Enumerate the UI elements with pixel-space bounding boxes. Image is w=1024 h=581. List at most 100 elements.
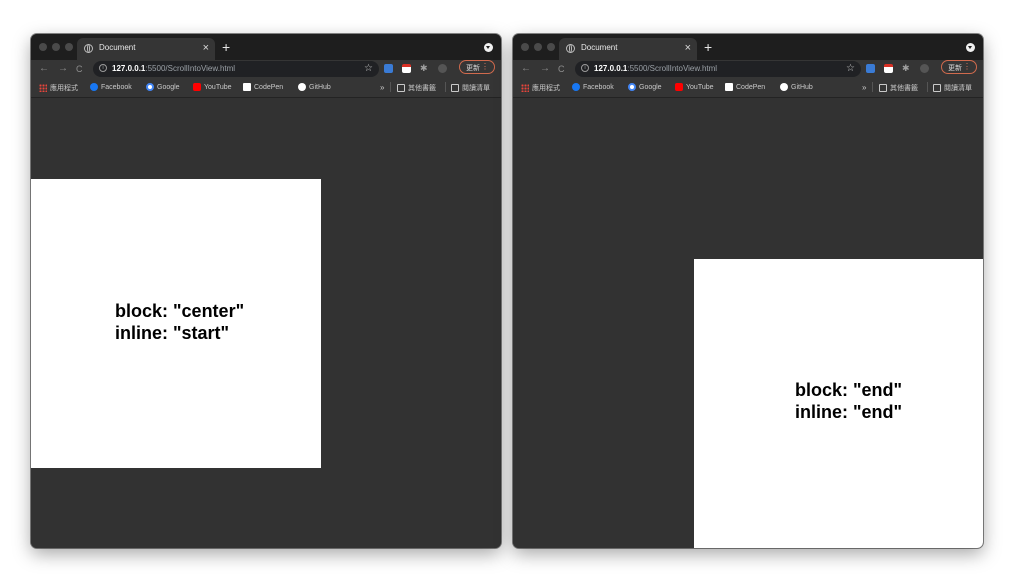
bookmark-apps[interactable]: 應用程式 (39, 83, 78, 93)
extensions-puzzle-icon[interactable]: ✱ (420, 62, 428, 74)
translate-extension-icon[interactable] (866, 64, 875, 73)
window-controls (39, 43, 73, 51)
reload-icon[interactable]: C (76, 62, 83, 76)
bookmark-star-icon[interactable]: ☆ (846, 62, 855, 75)
bookmark-youtube[interactable]: YouTube (675, 83, 714, 91)
close-tab-icon[interactable]: × (685, 41, 691, 55)
globe-icon (84, 44, 93, 53)
target-box: block: "end" inline: "end" (694, 259, 983, 548)
apps-grid-icon (521, 84, 529, 92)
back-icon[interactable]: ← (521, 62, 531, 76)
kebab-menu-icon[interactable]: ⋮ (481, 62, 489, 72)
block-option-text: block: "end" (795, 380, 903, 400)
forward-icon[interactable]: → (58, 62, 68, 76)
tab-document[interactable]: Document × (559, 38, 697, 60)
bookmark-label: Google (157, 83, 180, 91)
reading-list-icon (451, 84, 459, 92)
bookmark-facebook[interactable]: Facebook (572, 83, 614, 91)
bookmark-label: Google (639, 83, 662, 91)
update-button[interactable]: 更新 ⋮ (941, 60, 977, 74)
update-button[interactable]: 更新 ⋮ (459, 60, 495, 74)
bookmark-youtube[interactable]: YouTube (193, 83, 232, 91)
page-viewport[interactable]: block: "end" inline: "end" (513, 98, 983, 548)
maximize-window-dot[interactable] (547, 43, 555, 51)
tab-document[interactable]: Document × (77, 38, 215, 60)
window-controls (521, 43, 555, 51)
block-option-text: block: "center" (115, 301, 245, 321)
bookmark-reading-list[interactable]: 閱讀清單 (451, 83, 490, 93)
back-icon[interactable]: ← (39, 62, 49, 76)
globe-icon (566, 44, 575, 53)
bookmarks-overflow-icon[interactable]: » (862, 83, 866, 92)
reload-icon[interactable]: C (558, 62, 565, 76)
bookmark-label: 其他書籤 (408, 85, 436, 92)
close-tab-icon[interactable]: × (203, 41, 209, 55)
site-info-icon[interactable]: i (99, 64, 107, 72)
reading-list-icon (933, 84, 941, 92)
bookmark-apps[interactable]: 應用程式 (521, 83, 560, 93)
profile-menu-icon[interactable] (484, 43, 493, 52)
address-bar[interactable]: i 127.0.0.1:5500/ScrollIntoView.html ☆ (93, 61, 379, 77)
divider (445, 82, 446, 92)
bookmark-github[interactable]: GitHub (780, 83, 813, 91)
update-label: 更新 (948, 65, 962, 72)
bookmark-facebook[interactable]: Facebook (90, 83, 132, 91)
new-tab-button[interactable]: + (704, 38, 712, 56)
folder-icon (879, 84, 887, 92)
facebook-icon (90, 83, 98, 91)
new-tab-button[interactable]: + (222, 38, 230, 56)
bookmark-label: Facebook (583, 83, 614, 91)
profile-menu-icon[interactable] (966, 43, 975, 52)
bookmark-label: YouTube (204, 83, 232, 91)
bookmark-label: YouTube (686, 83, 714, 91)
bookmarks-overflow-icon[interactable]: » (380, 83, 384, 92)
toolbar: ← → C i 127.0.0.1:5500/ScrollIntoView.ht… (513, 60, 983, 78)
bookmark-star-icon[interactable]: ☆ (364, 62, 373, 75)
bookmark-label: GitHub (309, 83, 331, 91)
url-path: :5500/ScrollIntoView.html (627, 64, 718, 73)
page-viewport[interactable]: block: "center" inline: "start" (31, 98, 501, 548)
youtube-icon (675, 83, 683, 91)
site-info-icon[interactable]: i (581, 64, 589, 72)
tab-strip: Document × + (513, 34, 983, 60)
bookmarks-bar: 應用程式 Facebook Google YouTube CodePen Git… (513, 78, 983, 98)
minimize-window-dot[interactable] (52, 43, 60, 51)
bookmark-other[interactable]: 其他書籤 (879, 83, 918, 93)
incognito-avatar-icon[interactable] (438, 64, 447, 73)
divider (927, 82, 928, 92)
bookmark-label: Facebook (101, 83, 132, 91)
bookmark-label: 其他書籤 (890, 85, 918, 92)
bookmark-google[interactable]: Google (146, 83, 180, 91)
forward-icon[interactable]: → (540, 62, 550, 76)
browser-window-left: Document × + ← → C i 127.0.0.1:5500/Scro… (31, 34, 501, 548)
github-icon (780, 83, 788, 91)
bookmark-google[interactable]: Google (628, 83, 662, 91)
url-text[interactable]: 127.0.0.1:5500/ScrollIntoView.html (112, 64, 235, 73)
kebab-menu-icon[interactable]: ⋮ (963, 62, 971, 72)
url-text[interactable]: 127.0.0.1:5500/ScrollIntoView.html (594, 64, 717, 73)
tab-title: Document (99, 43, 136, 52)
calendar-extension-icon[interactable] (884, 64, 893, 73)
bookmark-github[interactable]: GitHub (298, 83, 331, 91)
divider (872, 82, 873, 92)
incognito-avatar-icon[interactable] (920, 64, 929, 73)
calendar-extension-icon[interactable] (402, 64, 411, 73)
close-window-dot[interactable] (521, 43, 529, 51)
extensions-puzzle-icon[interactable]: ✱ (902, 62, 910, 74)
maximize-window-dot[interactable] (65, 43, 73, 51)
bookmark-reading-list[interactable]: 閱讀清單 (933, 83, 972, 93)
facebook-icon (572, 83, 580, 91)
bookmark-codepen[interactable]: CodePen (243, 83, 283, 91)
address-bar[interactable]: i 127.0.0.1:5500/ScrollIntoView.html ☆ (575, 61, 861, 77)
bookmark-codepen[interactable]: CodePen (725, 83, 765, 91)
url-host: 127.0.0.1 (594, 64, 628, 73)
update-label: 更新 (466, 65, 480, 72)
close-window-dot[interactable] (39, 43, 47, 51)
tab-strip: Document × + (31, 34, 501, 60)
toolbar: ← → C i 127.0.0.1:5500/ScrollIntoView.ht… (31, 60, 501, 78)
tab-title: Document (581, 43, 618, 52)
minimize-window-dot[interactable] (534, 43, 542, 51)
bookmark-other[interactable]: 其他書籤 (397, 83, 436, 93)
bookmark-label: 應用程式 (532, 85, 560, 92)
translate-extension-icon[interactable] (384, 64, 393, 73)
